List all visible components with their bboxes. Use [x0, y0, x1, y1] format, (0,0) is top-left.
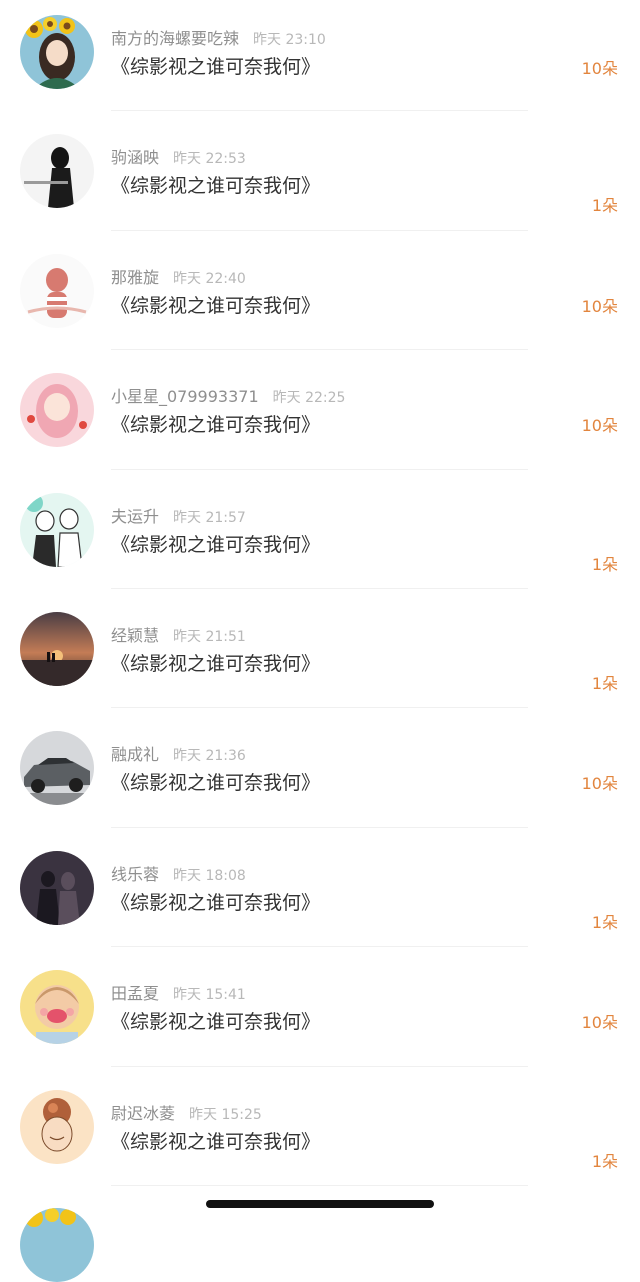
user-name[interactable]: 经颖慧: [111, 626, 159, 645]
record-meta: 经颖慧 昨天 21:51: [111, 625, 246, 647]
flower-count: 1朵: [591, 673, 618, 693]
flower-count: 1朵: [591, 912, 618, 932]
record-time: 昨天 22:40: [173, 270, 246, 287]
record-time: 昨天 22:25: [272, 390, 346, 407]
book-title[interactable]: 《综影视之谁可奈我何》: [111, 172, 320, 200]
user-name[interactable]: 线乐蓉: [111, 865, 159, 884]
record-meta: 小星星_079993371 昨天 22:25: [111, 386, 345, 408]
list-item[interactable]: 南方的海螺要吃辣 昨天 23:10 《综影视之谁可奈我何》 10朵: [0, 0, 640, 119]
avatar[interactable]: [20, 1208, 94, 1282]
record-time: 昨天 21:51: [173, 628, 246, 645]
avatar[interactable]: [20, 134, 94, 209]
divider: [111, 826, 528, 828]
list-item[interactable]: 田孟夏 昨天 15:41 《综影视之谁可奈我何》 10朵: [0, 955, 640, 1074]
user-name[interactable]: 夫运升: [111, 507, 159, 526]
record-time: 昨天 23:10: [253, 32, 326, 48]
record-meta: 线乐蓉 昨天 18:08: [111, 864, 246, 886]
record-time: 昨天 21:36: [173, 748, 246, 765]
divider: [111, 1184, 528, 1186]
list-item[interactable]: 线乐蓉 昨天 18:08 《综影视之谁可奈我何》 1朵: [0, 836, 640, 955]
record-meta: 融成礼 昨天 21:36: [111, 744, 246, 766]
record-meta: 驹涵映 昨天 22:53: [111, 147, 246, 169]
user-name[interactable]: 尉迟冰菱: [111, 1104, 175, 1123]
record-meta: 南方的海螺要吃辣 昨天 23:10: [111, 28, 326, 50]
list-item[interactable]: 那雅旋 昨天 22:40 《综影视之谁可奈我何》 10朵: [0, 239, 640, 358]
avatar[interactable]: [20, 15, 94, 89]
book-title[interactable]: 《综影视之谁可奈我何》: [111, 1008, 320, 1036]
record-time: 昨天 22:53: [173, 151, 246, 168]
book-title[interactable]: 《综影视之谁可奈我何》: [111, 769, 320, 797]
avatar[interactable]: [20, 850, 94, 925]
list-item[interactable]: 融成礼 昨天 21:36 《综影视之谁可奈我何》 10朵: [0, 716, 640, 835]
list-item[interactable]: 驹涵映 昨天 22:53 《综影视之谁可奈我何》 1朵: [0, 119, 640, 238]
divider: [111, 349, 528, 351]
avatar[interactable]: [20, 373, 94, 448]
flower-count: 1朵: [591, 554, 618, 574]
flower-count: 10朵: [581, 296, 618, 316]
book-title[interactable]: 《综影视之谁可奈我何》: [111, 650, 320, 678]
flower-count: 10朵: [581, 416, 618, 436]
user-name[interactable]: 南方的海螺要吃辣: [111, 29, 239, 48]
record-meta: 田孟夏 昨天 15:41: [111, 983, 246, 1005]
list-item[interactable]: 小星星_079993371 昨天 22:25 《综影视之谁可奈我何》 10朵: [0, 358, 640, 477]
avatar[interactable]: [20, 492, 94, 567]
record-time: 昨天 21:57: [173, 509, 246, 526]
divider: [111, 946, 528, 948]
record-time: 昨天 18:08: [173, 867, 246, 884]
gift-record-list: 南方的海螺要吃辣 昨天 23:10 《综影视之谁可奈我何》 10朵 驹涵映 昨天 2…: [0, 0, 640, 1194]
user-name[interactable]: 小星星_079993371: [111, 387, 259, 406]
book-title[interactable]: 《综影视之谁可奈我何》: [111, 1128, 320, 1156]
book-title[interactable]: 《综影视之谁可奈我何》: [111, 292, 320, 320]
book-title[interactable]: 《综影视之谁可奈我何》: [111, 531, 320, 559]
book-title[interactable]: 《综影视之谁可奈我何》: [111, 53, 320, 81]
flower-count: 10朵: [581, 774, 618, 794]
book-title[interactable]: 《综影视之谁可奈我何》: [111, 411, 320, 439]
divider: [111, 468, 528, 470]
record-time: 昨天 15:25: [189, 1106, 262, 1123]
divider: [111, 707, 528, 709]
record-meta: 尉迟冰菱 昨天 15:25: [111, 1103, 262, 1125]
divider: [111, 587, 528, 589]
user-name[interactable]: 融成礼: [111, 745, 159, 764]
record-time: 昨天 15:41: [173, 987, 246, 1004]
user-name[interactable]: 那雅旋: [111, 268, 159, 287]
record-meta: 夫运升 昨天 21:57: [111, 506, 246, 528]
flower-count: 1朵: [591, 1151, 618, 1171]
home-indicator[interactable]: [206, 1200, 434, 1208]
divider: [111, 110, 528, 112]
avatar[interactable]: [20, 1089, 94, 1164]
list-item[interactable]: 夫运升 昨天 21:57 《综影视之谁可奈我何》 1朵: [0, 478, 640, 597]
divider: [111, 1065, 528, 1067]
list-item[interactable]: 经颖慧 昨天 21:51 《综影视之谁可奈我何》 1朵: [0, 597, 640, 716]
book-title[interactable]: 《综影视之谁可奈我何》: [111, 889, 320, 917]
avatar[interactable]: [20, 611, 94, 686]
avatar[interactable]: [20, 731, 94, 806]
flower-count: 10朵: [581, 59, 618, 78]
flower-count: 1朵: [591, 196, 618, 216]
avatar[interactable]: [20, 253, 94, 328]
flower-count: 10朵: [581, 1013, 618, 1033]
list-item[interactable]: 尉迟冰菱 昨天 15:25 《综影视之谁可奈我何》 1朵: [0, 1075, 640, 1194]
record-meta: 那雅旋 昨天 22:40: [111, 267, 246, 289]
user-name[interactable]: 田孟夏: [111, 984, 159, 1003]
avatar[interactable]: [20, 970, 94, 1045]
divider: [111, 229, 528, 231]
user-name[interactable]: 驹涵映: [111, 148, 159, 167]
